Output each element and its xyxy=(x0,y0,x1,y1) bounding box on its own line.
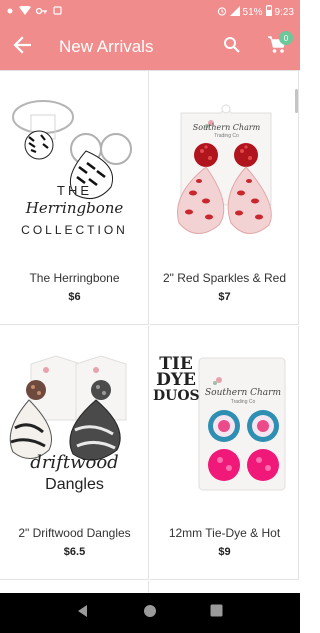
product-card-partial[interactable] xyxy=(150,581,299,593)
product-name: 2" Driftwood Dangles xyxy=(18,526,131,540)
product-name: 2" Red Sparkles & Red xyxy=(163,271,286,285)
product-card[interactable]: Southern Charm Trading Co 2" Red Sparkle… xyxy=(150,71,299,325)
brand-logo-subtext: Trading Co xyxy=(214,133,239,139)
battery-icon xyxy=(265,5,272,19)
nav-back-button[interactable] xyxy=(71,601,95,625)
product-image: TIE DYE DUOS Southern Charm Trading Co xyxy=(151,350,298,500)
product-image: Southern Charm Trading Co xyxy=(151,95,298,245)
image-caption-line: COLLECTION xyxy=(21,223,128,237)
product-image: driftwood Dangles xyxy=(1,350,148,500)
cart-count-badge: 0 xyxy=(279,31,293,45)
nav-home-button[interactable] xyxy=(138,601,162,625)
product-card[interactable]: TIE DYE DUOS Southern Charm Trading Co 1… xyxy=(150,326,299,580)
search-icon xyxy=(223,36,241,59)
product-name: 12mm Tie-Dye & Hot xyxy=(168,526,281,540)
image-caption-line: DUOS xyxy=(153,388,200,404)
square-icon xyxy=(53,6,62,18)
brand-logo-text: Southern Charm xyxy=(205,388,281,398)
notification-dot-icon xyxy=(6,7,14,18)
product-price: $7 xyxy=(218,291,231,303)
signal-icon xyxy=(229,5,240,19)
brand-logo-subtext: Trading Co xyxy=(230,399,256,405)
page-title: New Arrivals xyxy=(59,37,154,56)
system-nav-bar xyxy=(0,593,300,633)
product-name: The Herringbone xyxy=(29,271,120,285)
image-caption-line: Dangles xyxy=(45,476,104,493)
back-arrow-icon xyxy=(13,35,32,59)
product-grid: THE Herringbone COLLECTION The Herringbo… xyxy=(0,70,300,593)
scrollbar[interactable] xyxy=(295,89,298,113)
status-bar: 51% 9:23 xyxy=(0,0,300,24)
status-time: 9:23 xyxy=(274,6,294,18)
nav-back-icon xyxy=(76,604,90,623)
wifi-icon xyxy=(19,5,31,19)
product-price: $9 xyxy=(218,546,231,558)
nav-home-icon xyxy=(143,604,157,623)
product-card-partial[interactable] xyxy=(0,581,149,593)
image-caption-script: driftwood xyxy=(30,452,119,473)
back-button[interactable] xyxy=(0,24,44,70)
product-price: $6.5 xyxy=(63,546,86,558)
nav-recents-icon xyxy=(210,604,223,622)
app-bar: New Arrivals 0 xyxy=(0,24,300,70)
image-caption-line: THE xyxy=(57,183,92,198)
image-caption-line: DYE xyxy=(156,370,196,390)
product-card[interactable]: driftwood Dangles 2" Driftwood Dangles $… xyxy=(0,326,149,580)
status-notifications xyxy=(6,5,62,19)
search-button[interactable] xyxy=(217,32,247,62)
status-system: 51% 9:23 xyxy=(217,5,294,19)
brand-logo-text: Southern Charm xyxy=(192,123,261,132)
product-price: $6 xyxy=(68,291,81,303)
product-image: THE Herringbone COLLECTION xyxy=(1,95,148,245)
cart-button[interactable]: 0 xyxy=(261,31,293,62)
battery-percent: 51% xyxy=(242,6,263,18)
nav-recents-button[interactable] xyxy=(205,601,229,625)
product-card[interactable]: THE Herringbone COLLECTION The Herringbo… xyxy=(0,71,149,325)
alarm-icon xyxy=(217,6,227,19)
vpn-key-icon xyxy=(35,6,48,19)
image-caption-script: Herringbone xyxy=(25,199,124,217)
